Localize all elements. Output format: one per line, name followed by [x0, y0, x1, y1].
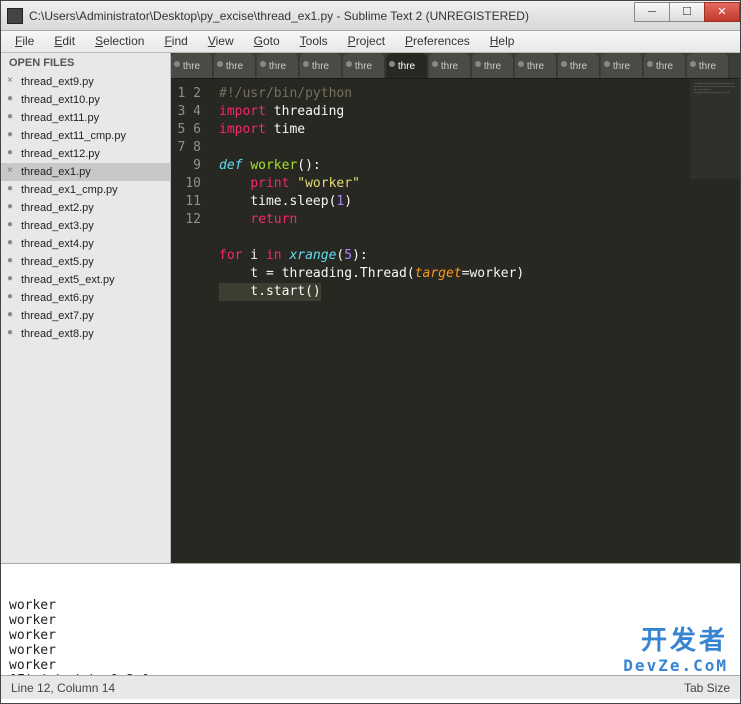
open-file-item[interactable]: ● thread_ext6.py — [1, 289, 170, 307]
minimap[interactable]: #!/usr/bin/python import threading impor… — [690, 79, 740, 179]
minimize-button[interactable]: ─ — [634, 2, 670, 22]
console-line: worker — [9, 613, 732, 628]
dirty-icon: ● — [7, 93, 13, 104]
status-right[interactable]: Tab Size — [684, 681, 730, 695]
dirty-icon: ● — [7, 255, 13, 266]
open-file-item[interactable]: ● thread_ex1_cmp.py — [1, 181, 170, 199]
open-file-item[interactable]: ● thread_ext10.py — [1, 91, 170, 109]
file-tab[interactable]: thre — [472, 53, 514, 79]
code-editor[interactable]: 1 2 3 4 5 6 7 8 9 10 11 12 #!/usr/bin/py… — [171, 79, 740, 563]
dirty-icon: ● — [7, 219, 13, 230]
file-name: thread_ex1_cmp.py — [21, 184, 118, 196]
file-tab[interactable]: thre — [343, 53, 385, 79]
menu-help[interactable]: Help — [480, 31, 525, 52]
watermark-url: DevZe.CoM — [623, 656, 728, 675]
dirty-icon: ● — [7, 309, 13, 320]
build-console[interactable]: workerworkerworkerworkerworker[Finished … — [1, 563, 740, 675]
dirty-icon: ● — [7, 129, 13, 140]
sidebar-header: OPEN FILES — [1, 53, 170, 73]
dirty-icon: ● — [7, 183, 13, 194]
file-name: thread_ext11_cmp.py — [21, 130, 126, 142]
dirty-icon: ● — [7, 111, 13, 122]
file-name: thread_ext7.py — [21, 310, 94, 322]
menubar: FileEditSelectionFindViewGotoToolsProjec… — [1, 31, 740, 53]
file-tab[interactable]: thre — [257, 53, 299, 79]
watermark-text: 开发者 — [641, 620, 728, 657]
file-tab[interactable]: thre — [300, 53, 342, 79]
open-file-item[interactable]: ● thread_ext5.py — [1, 253, 170, 271]
dirty-icon: ● — [7, 147, 13, 158]
dirty-icon: ● — [7, 237, 13, 248]
file-tab[interactable]: thre — [644, 53, 686, 79]
close-icon[interactable]: × — [7, 165, 13, 176]
file-tab[interactable]: thre — [171, 53, 213, 79]
menu-tools[interactable]: Tools — [290, 31, 338, 52]
open-file-item[interactable]: ● thread_ext3.py — [1, 217, 170, 235]
menu-goto[interactable]: Goto — [244, 31, 290, 52]
file-name: thread_ex1.py — [21, 166, 91, 178]
main-area: OPEN FILES × thread_ext9.py ● thread_ext10.… — [1, 53, 740, 563]
menu-selection[interactable]: Selection — [85, 31, 154, 52]
console-line: worker — [9, 628, 732, 643]
file-name: thread_ext4.py — [21, 238, 94, 250]
file-name: thread_ext11.py — [21, 112, 99, 124]
file-name: thread_ext9.py — [21, 76, 94, 88]
file-name: thread_ext5_ext.py — [21, 274, 115, 286]
code-content[interactable]: #!/usr/bin/python import threading impor… — [211, 79, 740, 563]
open-file-item[interactable]: ● thread_ext11_cmp.py — [1, 127, 170, 145]
file-name: thread_ext5.py — [21, 256, 94, 268]
sidebar: OPEN FILES × thread_ext9.py ● thread_ext10.… — [1, 53, 171, 563]
open-file-item[interactable]: ● thread_ext12.py — [1, 145, 170, 163]
open-file-item[interactable]: × thread_ext9.py — [1, 73, 170, 91]
window-title: C:\Users\Administrator\Desktop\py_excise… — [29, 9, 635, 23]
tab-bar: threthrethrethrethrethrethrethrethrethre… — [171, 53, 740, 79]
titlebar[interactable]: C:\Users\Administrator\Desktop\py_excise… — [1, 1, 740, 31]
file-name: thread_ext10.py — [21, 94, 100, 106]
file-tab[interactable]: thre — [601, 53, 643, 79]
open-file-item[interactable]: ● thread_ext2.py — [1, 199, 170, 217]
gutter: 1 2 3 4 5 6 7 8 9 10 11 12 — [171, 79, 211, 563]
editor-area: threthrethrethrethrethrethrethrethrethre… — [171, 53, 740, 563]
menu-view[interactable]: View — [198, 31, 244, 52]
file-tab[interactable]: thre — [429, 53, 471, 79]
open-file-item[interactable]: ● thread_ext4.py — [1, 235, 170, 253]
status-left[interactable]: Line 12, Column 14 — [11, 681, 115, 695]
open-file-item[interactable]: ● thread_ext8.py — [1, 325, 170, 343]
menu-edit[interactable]: Edit — [44, 31, 85, 52]
dirty-icon: ● — [7, 273, 13, 284]
file-tab[interactable]: thre — [515, 53, 557, 79]
file-tab[interactable]: thre — [558, 53, 600, 79]
file-tab[interactable]: thre — [687, 53, 729, 79]
dirty-icon: ● — [7, 291, 13, 302]
file-name: thread_ext3.py — [21, 220, 94, 232]
dirty-icon: ● — [7, 327, 13, 338]
file-name: thread_ext2.py — [21, 202, 94, 214]
file-tab[interactable]: thre — [214, 53, 256, 79]
menu-preferences[interactable]: Preferences — [395, 31, 480, 52]
open-file-item[interactable]: ● thread_ext11.py — [1, 109, 170, 127]
app-icon — [7, 8, 23, 24]
dirty-icon: ● — [7, 201, 13, 212]
menu-file[interactable]: File — [5, 31, 44, 52]
file-name: thread_ext8.py — [21, 328, 94, 340]
open-file-item[interactable]: × thread_ex1.py — [1, 163, 170, 181]
window-buttons: ─ ☐ ✕ — [635, 2, 740, 22]
file-tab[interactable]: thre — [386, 53, 428, 79]
maximize-button[interactable]: ☐ — [669, 2, 705, 22]
statusbar: Line 12, Column 14 Tab Size — [1, 675, 740, 699]
open-file-item[interactable]: ● thread_ext5_ext.py — [1, 271, 170, 289]
console-line: worker — [9, 598, 732, 613]
menu-project[interactable]: Project — [338, 31, 395, 52]
menu-find[interactable]: Find — [154, 31, 197, 52]
open-file-item[interactable]: ● thread_ext7.py — [1, 307, 170, 325]
file-name: thread_ext6.py — [21, 292, 94, 304]
file-name: thread_ext12.py — [21, 148, 100, 160]
close-icon[interactable]: × — [7, 75, 13, 86]
close-button[interactable]: ✕ — [704, 2, 740, 22]
